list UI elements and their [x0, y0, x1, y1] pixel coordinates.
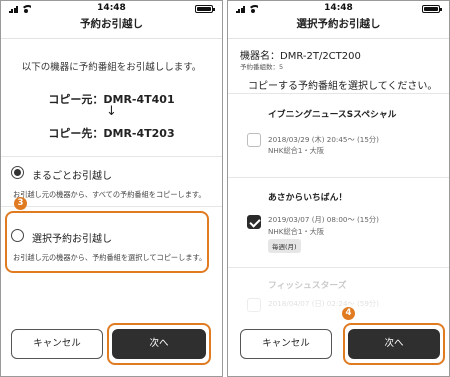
instruction-text: コピーする予約番組を選択してください。	[248, 81, 438, 92]
radio-selective-move[interactable]	[11, 229, 24, 242]
divider	[1, 206, 222, 207]
down-arrow-icon: ↓	[106, 104, 117, 119]
program-channel: NHK総合1・大阪	[268, 146, 325, 155]
screen-title: 予約お引越し	[1, 17, 222, 39]
radio-full-move[interactable]	[11, 166, 24, 179]
cancel-button[interactable]: キャンセル	[240, 329, 332, 359]
option-selective-move-label: 選択予約お引越し	[32, 234, 112, 245]
divider	[228, 267, 449, 268]
battery-icon	[422, 5, 442, 13]
divider	[228, 177, 449, 178]
program-schedule: 2018/04/07 (日) 02:24～ (59分)	[268, 299, 379, 308]
screen-title: 選択予約お引越し	[228, 17, 449, 39]
status-bar: 14:48	[1, 1, 222, 17]
program-schedule: 2019/03/07 (月) 08:00～ (15分)	[268, 215, 379, 224]
status-bar: 14:48	[228, 1, 449, 17]
option-full-move-description: お引越し元の機器から、すべての予約番組をコピーします。	[13, 190, 206, 199]
program-checkbox[interactable]	[247, 298, 261, 312]
next-button[interactable]: 次へ	[112, 329, 206, 359]
option-full-move-label: まるごとお引越し	[32, 171, 112, 182]
program-title: あさからいちばん！	[268, 193, 348, 203]
status-time: 14:48	[97, 3, 126, 13]
status-time: 14:48	[324, 3, 353, 13]
divider	[1, 156, 222, 157]
battery-icon	[195, 5, 215, 13]
program-title: フィッシュスターズ	[268, 281, 347, 291]
reservation-count: 予約番組数：5	[240, 63, 284, 71]
copy-destination: コピー先：DMR-4T203	[48, 127, 175, 140]
step-4-badge: 4	[342, 307, 355, 320]
next-button[interactable]: 次へ	[348, 329, 440, 359]
right-phone-screen: 14:48 選択予約お引越し 機器名：DMR-2T/2CT200 予約番組数：5…	[227, 0, 450, 377]
option-selective-move-description: お引越し元の機器から、予約番組を選択してコピーします。	[13, 253, 207, 262]
repeat-tag: 毎週(月)	[268, 239, 301, 253]
machine-name: 機器名：DMR-2T/2CT200	[240, 51, 361, 62]
cancel-button[interactable]: キャンセル	[11, 329, 103, 359]
left-phone-screen: 14:48 予約お引越し 以下の機器に予約番組をお引越しします。 コピー元：DM…	[0, 0, 223, 377]
program-checkbox-checked[interactable]	[247, 215, 261, 229]
divider	[228, 93, 449, 94]
program-schedule: 2018/03/29 (木) 20:45～ (15分)	[268, 135, 379, 144]
program-checkbox[interactable]	[247, 133, 261, 147]
intro-text: 以下の機器に予約番組をお引越しします。	[21, 62, 202, 73]
step-3-badge: 3	[14, 197, 27, 210]
program-title: イブニングニュースSスペシャル	[268, 110, 397, 120]
program-channel: NHK総合1・大阪	[268, 227, 325, 236]
